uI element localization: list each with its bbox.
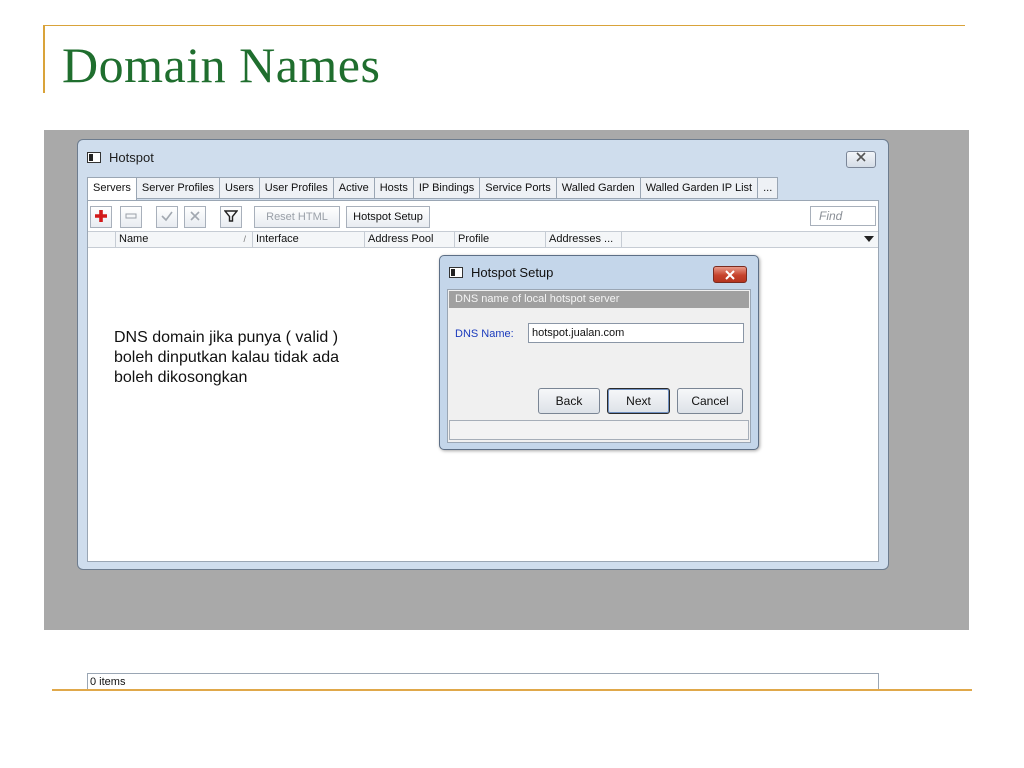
tab-active[interactable]: Active: [333, 177, 375, 199]
hotspot-setup-dialog: Hotspot Setup DNS name of local hotspot …: [439, 255, 759, 450]
disable-button[interactable]: [184, 206, 206, 228]
check-icon: [160, 211, 174, 223]
dialog-body: DNS name of local hotspot server DNS Nam…: [447, 289, 751, 443]
cross-icon: [188, 211, 202, 223]
slide-top-rule: [43, 25, 965, 26]
plus-icon: [94, 210, 108, 223]
back-button[interactable]: Back: [538, 388, 600, 414]
reset-html-button[interactable]: Reset HTML: [254, 206, 340, 228]
window-app-icon: [87, 152, 101, 163]
next-button[interactable]: Next: [607, 388, 670, 414]
tab-more[interactable]: ...: [758, 177, 779, 199]
toolbar: Reset HTML Hotspot Setup Find: [90, 206, 876, 230]
tab-ip-bindings[interactable]: IP Bindings: [413, 177, 481, 199]
cancel-button[interactable]: Cancel: [677, 388, 743, 414]
dialog-title: Hotspot Setup: [471, 265, 554, 280]
annotation-text: DNS domain jika punya ( valid ) boleh di…: [114, 328, 414, 388]
dialog-status-bar: [449, 420, 749, 440]
close-icon[interactable]: [846, 151, 876, 168]
column-header-profile[interactable]: Profile: [455, 232, 546, 247]
annotation-line: DNS domain jika punya ( valid ): [114, 329, 339, 346]
dns-name-label: DNS Name:: [455, 328, 514, 340]
remove-button[interactable]: [120, 206, 142, 228]
tab-walled-garden-ip-list[interactable]: Walled Garden IP List: [640, 177, 759, 199]
column-header-addresses[interactable]: Addresses ...: [546, 232, 622, 247]
dialog-close-icon[interactable]: [713, 266, 747, 283]
annotation-line: boleh dikosongkan: [114, 369, 248, 386]
minus-icon: [124, 211, 138, 223]
hotspot-setup-button[interactable]: Hotspot Setup: [346, 206, 430, 228]
column-header-address-pool[interactable]: Address Pool: [365, 232, 455, 247]
column-chooser-dropdown-icon[interactable]: [864, 236, 874, 242]
slide-bottom-rule: [52, 689, 972, 691]
table-header: Name / Interface Address Pool Profile Ad…: [88, 231, 878, 248]
tab-hosts[interactable]: Hosts: [374, 177, 414, 199]
filter-button[interactable]: [220, 206, 242, 228]
add-button[interactable]: [90, 206, 112, 228]
find-input[interactable]: Find: [810, 206, 876, 226]
column-header-name[interactable]: Name /: [116, 232, 253, 247]
tab-bar: Servers Server Profiles Users User Profi…: [87, 177, 779, 201]
filter-icon: [223, 210, 239, 223]
tab-service-ports[interactable]: Service Ports: [480, 177, 557, 199]
enable-button[interactable]: [156, 206, 178, 228]
dialog-app-icon: [449, 267, 463, 278]
dns-name-input[interactable]: [528, 323, 744, 343]
tab-server-profiles[interactable]: Server Profiles: [136, 177, 221, 199]
tab-users[interactable]: Users: [220, 177, 260, 199]
slide-title: Domain Names: [62, 37, 381, 93]
window-title: Hotspot: [109, 150, 154, 165]
column-header-blank[interactable]: [88, 232, 116, 247]
slide-left-accent-bar: [43, 25, 45, 93]
dialog-step-header: DNS name of local hotspot server: [449, 291, 749, 308]
tab-servers[interactable]: Servers: [87, 177, 137, 201]
column-header-interface[interactable]: Interface: [253, 232, 365, 247]
annotation-line: boleh dinputkan kalau tidak ada: [114, 349, 340, 366]
tab-user-profiles[interactable]: User Profiles: [259, 177, 334, 199]
sort-indicator-icon: /: [243, 234, 246, 244]
tab-walled-garden[interactable]: Walled Garden: [556, 177, 641, 199]
